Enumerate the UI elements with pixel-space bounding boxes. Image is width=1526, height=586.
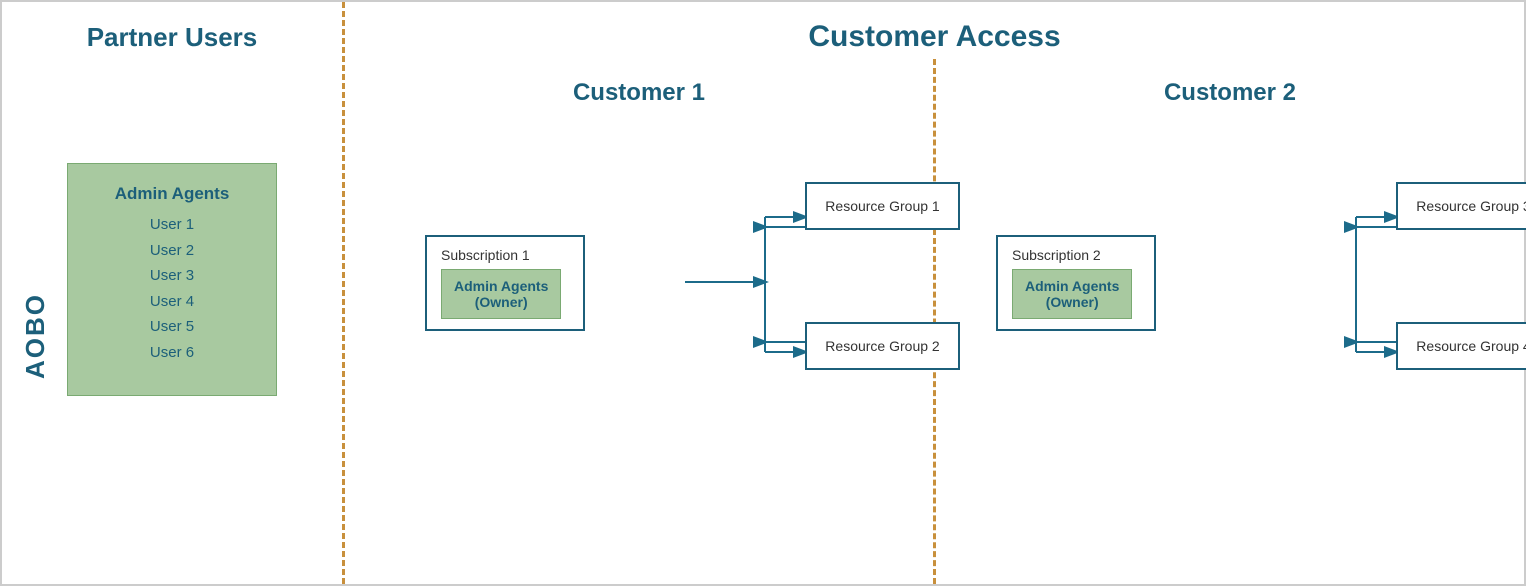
admin-agents-box: Admin Agents User 1 User 2 User 3 User 4… <box>67 163 277 396</box>
rg4-label: Resource Group 4 <box>1416 338 1526 354</box>
partner-users-section: Partner Users AOBO Admin Agents User 1 U… <box>2 2 342 584</box>
admin-owner-2: Admin Agents(Owner) <box>1012 269 1132 319</box>
customer2-section: Customer 2 <box>936 59 1524 584</box>
user-2: User 2 <box>98 238 246 264</box>
admin-agents-title: Admin Agents <box>98 184 246 204</box>
rg2-label: Resource Group 2 <box>825 338 939 354</box>
resource-group-3: Resource Group 3 <box>1396 182 1526 230</box>
resource-group-4: Resource Group 4 <box>1396 322 1526 370</box>
customers-row: Customer 1 <box>345 59 1524 584</box>
user-3: User 3 <box>98 263 246 289</box>
diagram-container: Partner Users AOBO Admin Agents User 1 U… <box>0 0 1526 586</box>
rg1-label: Resource Group 1 <box>825 198 939 214</box>
aobo-label: AOBO <box>20 293 51 379</box>
subscription2-label: Subscription 2 <box>1012 247 1140 263</box>
customer1-section: Customer 1 <box>345 59 933 584</box>
subscription1-label: Subscription 1 <box>441 247 569 263</box>
subscription2-box: Subscription 2 Admin Agents(Owner) <box>996 235 1156 331</box>
subscription1-box: Subscription 1 Admin Agents(Owner) <box>425 235 585 331</box>
user-5: User 5 <box>98 314 246 340</box>
user-4: User 4 <box>98 289 246 315</box>
rg3-label: Resource Group 3 <box>1416 198 1526 214</box>
user-6: User 6 <box>98 340 246 366</box>
partner-users-title: Partner Users <box>87 22 258 53</box>
user-1: User 1 <box>98 212 246 238</box>
customer-access-title: Customer Access <box>345 2 1524 54</box>
customer1-title: Customer 1 <box>573 79 705 107</box>
admin-owner-1: Admin Agents(Owner) <box>441 269 561 319</box>
customer2-diagram: Subscription 2 Admin Agents(Owner) Resou… <box>936 127 1524 584</box>
customer2-title: Customer 2 <box>1164 79 1296 107</box>
customer1-diagram: Subscription 1 Admin Agents(Owner) Resou… <box>345 127 933 584</box>
customer-access-section: Customer Access Customer 1 <box>345 2 1524 584</box>
